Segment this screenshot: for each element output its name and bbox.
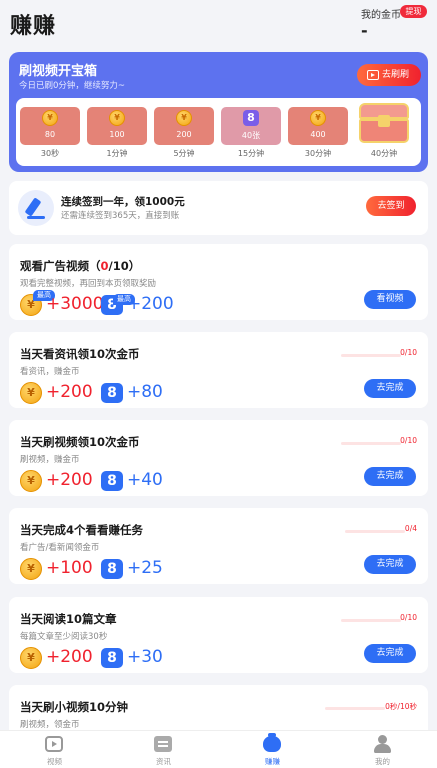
task-subtitle: 看资讯，赚金币	[20, 367, 80, 377]
tier-value: 200	[176, 130, 192, 139]
tab-label: 资讯	[156, 757, 171, 766]
task-subtitle: 刷视频，领金币	[20, 720, 80, 730]
tab-label: 视频	[47, 757, 62, 766]
coin-icon: ¥	[176, 110, 192, 126]
news-icon	[154, 736, 172, 752]
go-complete-button[interactable]: 去完成	[364, 555, 416, 574]
tier-time: 15分钟	[237, 149, 265, 158]
ticket-reward: +80	[127, 382, 163, 402]
ticket-icon: 8	[101, 559, 123, 579]
tier-value: 80	[44, 130, 56, 139]
coin-icon: ¥	[42, 110, 58, 126]
go-complete-button[interactable]: 去完成	[364, 644, 416, 663]
task-title: 当天看资讯领10次金币	[20, 347, 140, 361]
page-title: 赚赚	[10, 14, 57, 39]
coin-reward: +200	[46, 470, 93, 490]
tab-me[interactable]: 我的	[328, 731, 437, 768]
chest-tier-5[interactable]: ¥ 400	[288, 107, 348, 145]
progress-text: 0/10	[400, 348, 417, 357]
coin-reward: +200	[46, 647, 93, 667]
play-icon	[367, 70, 379, 80]
progress-text: 0/4	[404, 524, 417, 533]
task-subtitle: 观看完整视频，再回到本页领取奖励	[20, 279, 157, 289]
ticket-icon: 8	[101, 471, 123, 491]
coin-icon: ¥	[310, 110, 326, 126]
tier-value: 400	[310, 130, 326, 139]
chest-tier-1[interactable]: ¥ 80	[20, 107, 80, 145]
tab-earn[interactable]: 赚赚	[218, 731, 327, 768]
tier-time: 30分钟	[304, 149, 332, 158]
tab-video[interactable]: 视频	[0, 731, 109, 768]
tier-value: 100	[109, 130, 125, 139]
task-title: 当天完成4个看看赚任务	[20, 523, 144, 537]
watch-video-button[interactable]: 看视频	[364, 290, 416, 309]
ticket-icon: 8	[101, 383, 123, 403]
task-title: 当天刷小视频10分钟	[20, 700, 129, 714]
coin-reward: +100	[46, 558, 93, 578]
coin-icon: ¥	[20, 558, 42, 580]
signin-card: 连续签到一年，领1000元 还需连续签到365天，直接到账 去签到	[9, 181, 428, 235]
signin-title: 连续签到一年，领1000元	[61, 196, 185, 208]
tier-time: 1分钟	[106, 149, 128, 158]
chest-tier-3[interactable]: ¥ 200	[154, 107, 214, 145]
pen-icon	[18, 190, 54, 226]
task-watch-videos: 当天刷视频领10次金币 刷视频，赚金币 0/10 ¥ +200 8 +40 去完…	[9, 420, 428, 496]
withdraw-button[interactable]: 提现	[400, 5, 427, 18]
video-icon	[45, 736, 63, 752]
money-bag-icon	[263, 733, 281, 752]
ticket-reward: +40	[127, 470, 163, 490]
go-brush-label: 去刷刷	[382, 70, 410, 80]
task-subtitle: 看广告/看新闻领金币	[20, 543, 100, 553]
go-complete-button[interactable]: 去完成	[364, 467, 416, 486]
tab-news[interactable]: 资讯	[109, 731, 218, 768]
chest-tier-4[interactable]: 8 40张	[221, 107, 281, 145]
task-watch-ads: 观看广告视频（0/10） 观看完整视频，再回到本页领取奖励 ¥ 最高 +3000…	[9, 244, 428, 320]
task-title: 当天阅读10篇文章	[20, 612, 117, 626]
task-subtitle: 刷视频，赚金币	[20, 455, 80, 465]
coin-icon: ¥	[109, 110, 125, 126]
profile-icon	[378, 735, 387, 744]
tier-time: 40分钟	[370, 149, 398, 158]
progress-text: 0/10	[400, 613, 417, 622]
ticket-reward: +25	[127, 558, 163, 578]
ticket-reward: +30	[127, 647, 163, 667]
signin-button[interactable]: 去签到	[366, 196, 416, 216]
go-complete-button[interactable]: 去完成	[364, 379, 416, 398]
my-coins-value: -	[361, 21, 368, 40]
coin-reward: +3000	[46, 294, 104, 314]
task-subtitle: 每篇文章至少阅读30秒	[20, 632, 108, 642]
coin-icon: ¥	[20, 647, 42, 669]
task-read-articles: 当天阅读10篇文章 每篇文章至少阅读30秒 0/10 ¥ +200 8 +30 …	[9, 597, 428, 673]
coin-icon: ¥	[20, 470, 42, 492]
chest-tier-strip: ¥ 80 30秒 ¥ 100 1分钟 ¥ 200 5分钟 8 40张 15分钟 …	[16, 98, 421, 166]
tier-value: 40张	[241, 131, 261, 140]
progress-text: 0/10	[400, 436, 417, 445]
tier-time: 30秒	[40, 149, 60, 158]
tab-label: 我的	[375, 757, 390, 766]
task-kankanzhuan: 当天完成4个看看赚任务 看广告/看新闻领金币 0/4 ¥ +100 8 +25 …	[9, 508, 428, 584]
tier-time: 5分钟	[173, 149, 195, 158]
my-coins-label: 我的金币	[361, 10, 401, 21]
coin-reward: +200	[46, 382, 93, 402]
go-brush-button[interactable]: 去刷刷	[357, 64, 421, 86]
ticket-icon: 8	[243, 110, 259, 126]
progress-bar	[345, 530, 405, 533]
ticket-icon: 8	[101, 648, 123, 668]
header: 赚赚 我的金币 提现 -	[0, 0, 437, 50]
tab-label: 赚赚	[265, 757, 280, 766]
task-title: 当天刷视频领10次金币	[20, 435, 140, 449]
task-title: 观看广告视频（0/10）	[20, 259, 141, 273]
treasure-chest-icon[interactable]	[353, 101, 415, 145]
video-chest-card: 刷视频开宝箱 今日已刷0分钟，继续努力~ 去刷刷 ¥ 80 30秒 ¥ 100 …	[9, 52, 428, 172]
bottom-tab-bar: 视频 资讯 赚赚 我的	[0, 730, 437, 768]
chest-title: 刷视频开宝箱	[19, 64, 98, 79]
signin-subtitle: 还需连续签到365天，直接到账	[61, 211, 180, 221]
chest-subtitle: 今日已刷0分钟，继续努力~	[19, 81, 126, 91]
chest-tier-2[interactable]: ¥ 100	[87, 107, 147, 145]
ticket-reward: +200	[127, 294, 174, 314]
task-read-news: 当天看资讯领10次金币 看资讯，赚金币 0/10 ¥ +200 8 +80 去完…	[9, 332, 428, 408]
progress-text: 0秒/10秒	[385, 702, 417, 711]
coin-icon: ¥	[20, 382, 42, 404]
